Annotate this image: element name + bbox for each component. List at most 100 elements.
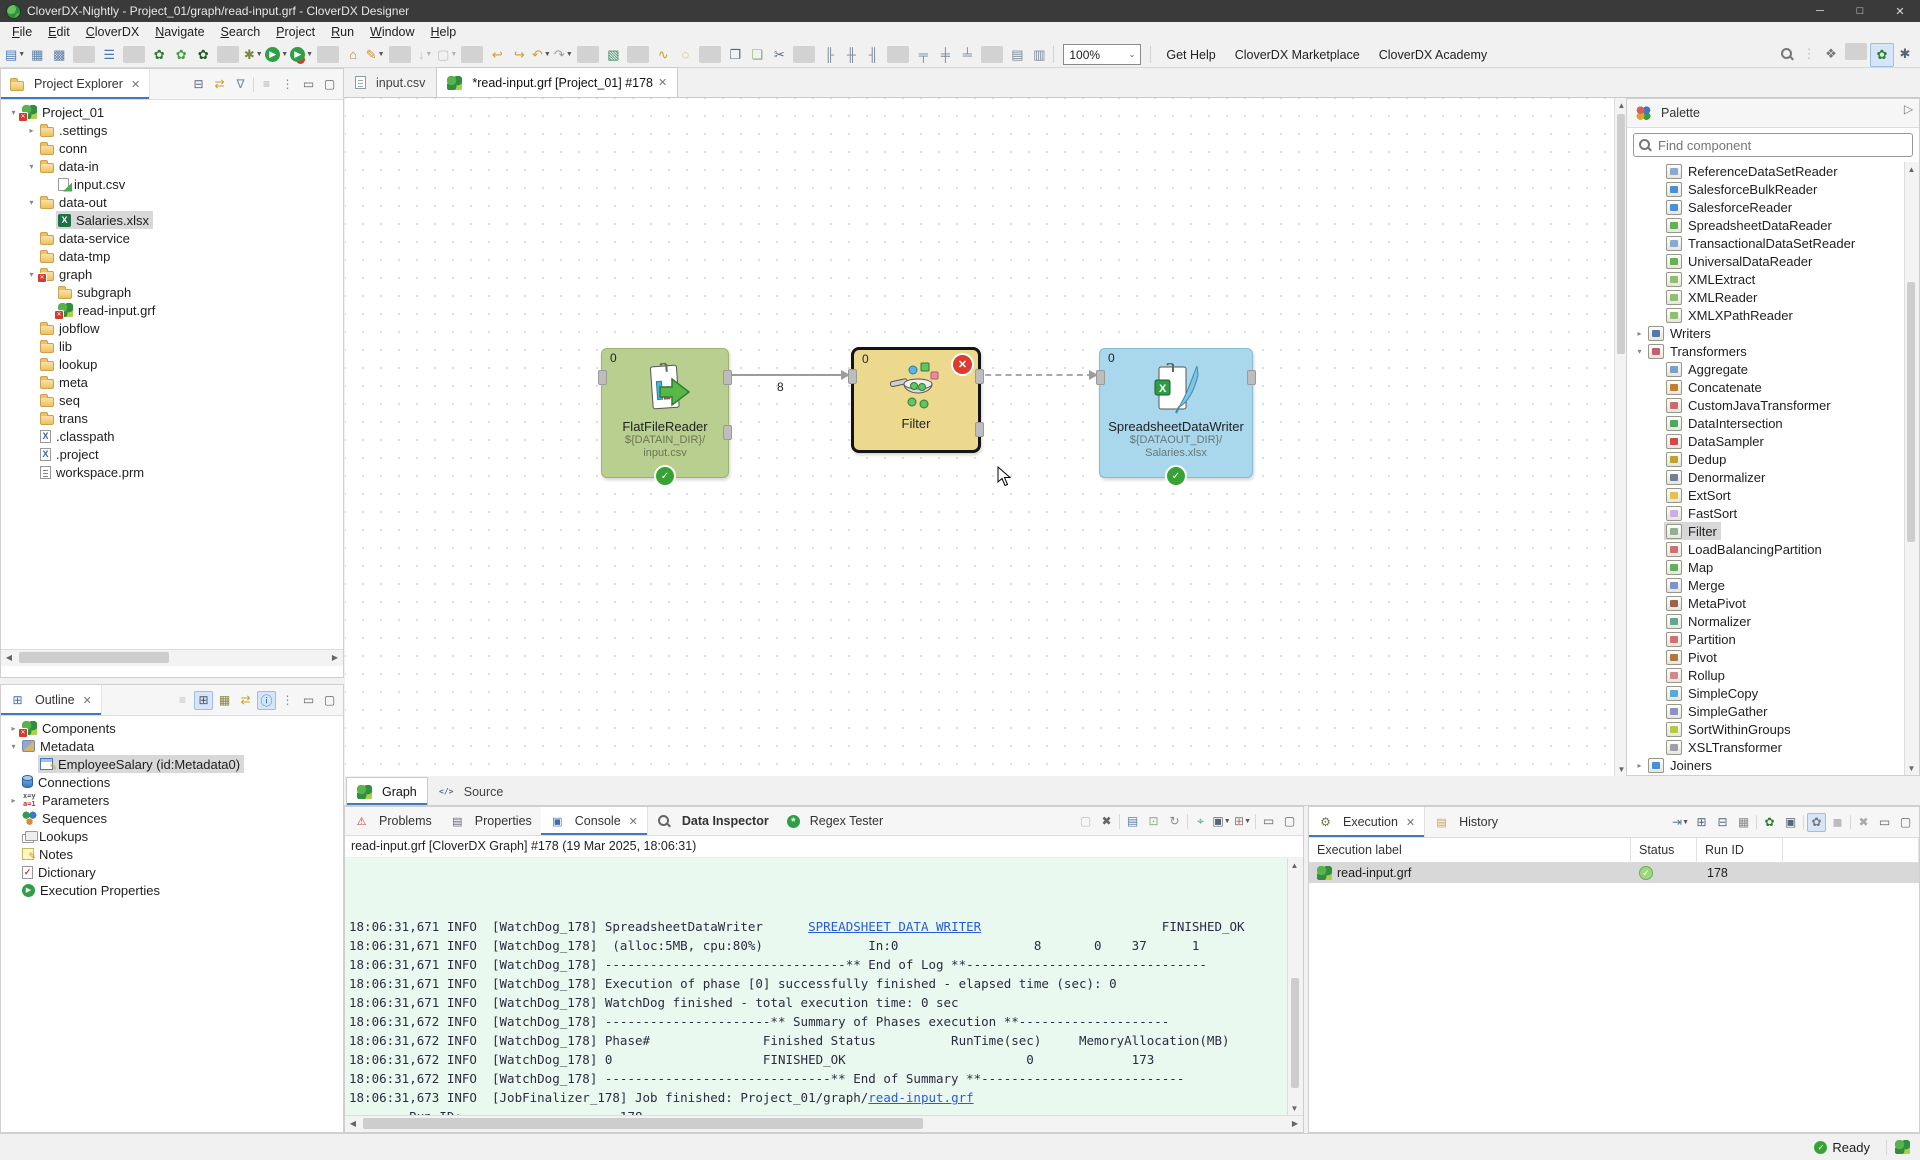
node-spreadsheetdatawriter[interactable]: 0 X SpreadsheetDataWriter ${DATAOUT_DIR}…: [1099, 348, 1253, 478]
toolbar-button[interactable]: ✂ ▼: [768, 44, 790, 66]
toolbar-button[interactable]: ▤ ▼: [4, 44, 26, 66]
console-view-tab[interactable]: Console ✕: [541, 807, 648, 835]
console-toolbar-button[interactable]: ▼: [1187, 814, 1188, 829]
console-toolbar-button[interactable]: ▭▼: [1259, 812, 1278, 831]
tree-item[interactable]: ▾ Metadata: [1, 737, 343, 755]
console-horizontal-scrollbar[interactable]: ◀ ▶: [345, 1115, 1303, 1132]
toolbar-link[interactable]: Get Help: [1154, 48, 1222, 62]
panel-header-button[interactable]: ▢: [320, 75, 339, 94]
tree-item[interactable]: Execution Properties: [1, 881, 343, 899]
node-filter[interactable]: 0 Filter ✕: [851, 347, 981, 453]
palette-item[interactable]: Concatenate: [1627, 378, 1919, 396]
palette-item[interactable]: CustomJavaTransformer: [1627, 396, 1919, 414]
search-button[interactable]: [1776, 44, 1798, 66]
palette-item[interactable]: SimpleCopy: [1627, 684, 1919, 702]
tree-item[interactable]: seq: [1, 391, 343, 409]
console-toolbar-button[interactable]: ✖▼: [1097, 812, 1116, 831]
toolbar-button[interactable]: ✿ ▼: [148, 44, 170, 66]
execution-toolbar-button[interactable]: ✿▼: [1760, 813, 1779, 832]
toolbar-button[interactable]: ╟ ▼: [818, 44, 840, 66]
tree-item[interactable]: Connections: [1, 773, 343, 791]
input-port[interactable]: [598, 370, 607, 385]
palette-item[interactable]: SortWithinGroups: [1627, 720, 1919, 738]
panel-header-button[interactable]: ▭: [299, 75, 318, 94]
tree-item[interactable]: .project: [1, 445, 343, 463]
tree-item[interactable]: conn: [1, 139, 343, 157]
palette-item[interactable]: XMLExtract: [1627, 270, 1919, 288]
toolbar-button[interactable]: ▼: [793, 46, 815, 63]
toolbar-button[interactable]: ╪ ▼: [934, 44, 956, 66]
palette-item[interactable]: ▸ Joiners: [1627, 756, 1919, 774]
console-view-tab[interactable]: Problems ✕: [345, 807, 441, 835]
palette-item[interactable]: Map: [1627, 558, 1919, 576]
toolbar-button[interactable]: ∿ ▼: [652, 44, 674, 66]
tree-item[interactable]: Lookups: [1, 827, 343, 845]
toolbar-button[interactable]: ✿ ▼: [192, 44, 214, 66]
toolbar-link[interactable]: CloverDX Marketplace: [1223, 48, 1367, 62]
dropdown-arrow-icon[interactable]: ▼: [544, 51, 551, 58]
tree-item[interactable]: jobflow: [1, 319, 343, 337]
tree-item[interactable]: Notes: [1, 845, 343, 863]
console-toolbar-button[interactable]: ▼: [1119, 814, 1120, 829]
palette-item[interactable]: SimpleGather: [1627, 702, 1919, 720]
palette-item[interactable]: Normalizer: [1627, 612, 1919, 630]
panel-header-button[interactable]: ⊟: [189, 75, 208, 94]
expand-chevron-icon[interactable]: ▸: [7, 796, 20, 805]
close-icon[interactable]: ✕: [658, 76, 667, 89]
palette-item[interactable]: Pivot: [1627, 648, 1919, 666]
palette-item[interactable]: XMLReader: [1627, 288, 1919, 306]
console-toolbar-button[interactable]: ▣▼: [1212, 812, 1231, 831]
toolbar-button[interactable]: ↓ ▼: [414, 44, 436, 66]
menu-item[interactable]: Navigate: [147, 22, 212, 42]
console-toolbar-button[interactable]: ▼: [1255, 814, 1256, 829]
execution-toolbar-button[interactable]: ⊟▼: [1713, 813, 1732, 832]
scroll-right-arrow[interactable]: ▶: [1287, 1116, 1303, 1131]
console-vertical-scrollbar[interactable]: ▲ ▼: [1287, 858, 1303, 1115]
expand-chevron-icon[interactable]: ▾: [7, 742, 20, 751]
palette-item[interactable]: ▾ Transformers: [1627, 342, 1919, 360]
toolbar-button[interactable]: ▼: [317, 46, 339, 63]
toolbar-button[interactable]: ↪ ▼: [508, 44, 530, 66]
menu-item[interactable]: Edit: [40, 22, 78, 42]
tree-item[interactable]: data-service: [1, 229, 343, 247]
palette-item[interactable]: DataIntersection: [1627, 414, 1919, 432]
scroll-up-arrow[interactable]: ▲: [1288, 858, 1301, 872]
palette-item[interactable]: LoadBalancingPartition: [1627, 540, 1919, 558]
panel-header-button[interactable]: ▦: [215, 691, 234, 710]
tree-item[interactable]: workspace.prm: [1, 463, 343, 481]
console-toolbar-button[interactable]: ▢▼: [1280, 812, 1299, 831]
toolbar-button[interactable]: ↷ ▼: [552, 44, 574, 66]
execution-toolbar-button[interactable]: ⇥▼: [1671, 813, 1690, 832]
tree-item[interactable]: meta: [1, 373, 343, 391]
tree-item[interactable]: ▾ graph: [1, 265, 343, 283]
toolbar-button[interactable]: ▶ ▼: [264, 44, 289, 66]
close-icon[interactable]: ✕: [83, 694, 92, 707]
window-control-button[interactable]: □: [1840, 0, 1880, 22]
console-view-tab[interactable]: Data Inspector ✕: [648, 807, 778, 835]
edge-flatfilereader-filter[interactable]: [727, 374, 845, 376]
output-port[interactable]: [975, 369, 984, 384]
toolbar-button[interactable]: ⋮: [1798, 43, 1820, 65]
panel-header-button[interactable]: ▢: [320, 691, 339, 710]
expand-chevron-icon[interactable]: ▸: [25, 126, 38, 135]
console-toolbar-button[interactable]: ⊡▼: [1144, 812, 1163, 831]
palette-item[interactable]: UniversalDataReader: [1627, 252, 1919, 270]
close-icon[interactable]: ✕: [629, 815, 638, 828]
window-control-button[interactable]: ─: [1800, 0, 1840, 22]
collapse-palette-button[interactable]: ▷: [1899, 99, 1918, 118]
toolbar-link[interactable]: CloverDX Academy: [1367, 48, 1494, 62]
toolbar-button[interactable]: ✿ ▼: [170, 44, 192, 66]
palette-item[interactable]: ReferenceDataSetReader: [1627, 162, 1919, 180]
execution-toolbar-button[interactable]: ◼▼: [1828, 813, 1847, 832]
toolbar-button[interactable]: ▶ ▼: [289, 44, 314, 66]
scrollbar-thumb[interactable]: [1907, 282, 1915, 542]
console-toolbar-button[interactable]: ↻▼: [1165, 812, 1184, 831]
dropdown-arrow-icon[interactable]: ▼: [450, 51, 457, 58]
output-port[interactable]: [1247, 370, 1256, 385]
toolbar-button[interactable]: ▤ ▼: [1006, 44, 1028, 66]
column-execution-label[interactable]: Execution label: [1309, 838, 1631, 862]
input-port[interactable]: [848, 369, 857, 384]
tree-item[interactable]: Sequences: [1, 809, 343, 827]
output-port[interactable]: [723, 370, 732, 385]
scroll-down-arrow[interactable]: ▼: [1905, 761, 1918, 775]
